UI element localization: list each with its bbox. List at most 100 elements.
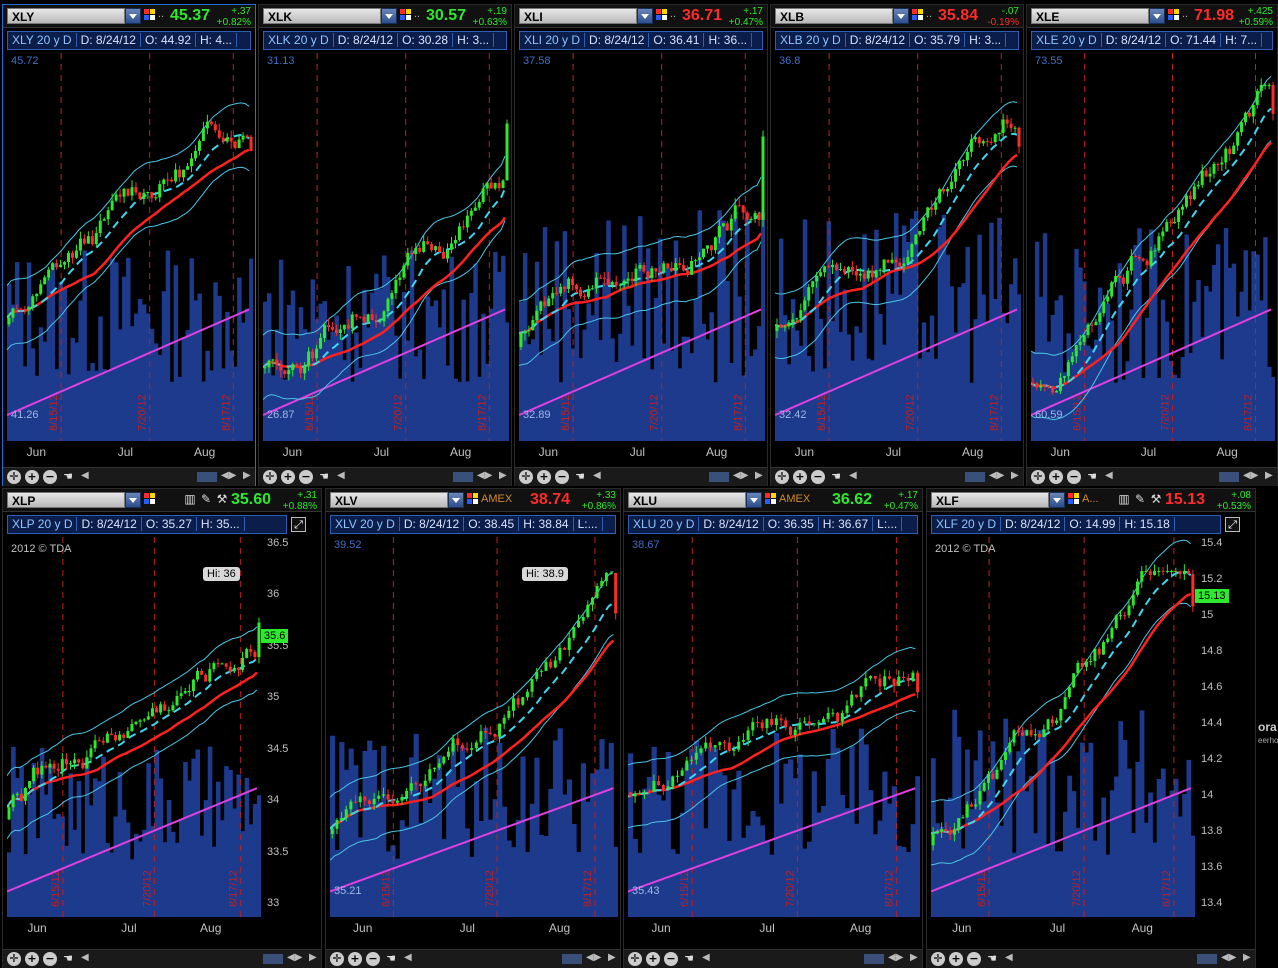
hand-icon[interactable]: ☚ [317,470,331,484]
scroll-end-icon[interactable]: ▶ [1011,470,1019,481]
zoom-out-icon[interactable]: − [811,470,825,484]
chart-panel-xlv[interactable]: XLV AMEX 38.74 +.33 +0.86% XLV 20 y D D: 8/… [325,488,621,968]
symbol-dropdown-button[interactable] [125,492,141,508]
scroll-right-icon[interactable]: ◀▶ [733,470,748,481]
zoom-in-icon[interactable]: + [537,470,551,484]
zoom-out-icon[interactable]: − [664,952,678,966]
zoom-out-icon[interactable]: − [43,952,57,966]
symbol-dropdown-button[interactable] [448,492,464,508]
style-icon[interactable]: ▥ [183,492,197,506]
scroll-thumb[interactable] [1219,472,1239,482]
link-color-icon[interactable] [144,9,155,20]
zoom-in-icon[interactable]: + [25,952,39,966]
symbol-field[interactable]: XLB [775,8,893,24]
scroll-left-icon[interactable]: ◀ [81,470,89,481]
scroll-left-icon[interactable]: ◀ [1005,952,1013,963]
scroll-left-icon[interactable]: ◀ [849,470,857,481]
price-chart[interactable]: 6/15/12 7/20/12 8/17/12 [628,537,920,917]
symbol-dropdown-button[interactable] [893,8,909,24]
scroll-right-icon[interactable]: ◀▶ [287,952,302,963]
chart-panel-xlp[interactable]: XLP ▥ ✎ ⚒ 35.60 +.31 +0.88% XLP 20 y D D: 8/2… [2,488,322,968]
chart-panel-xly[interactable]: XLY .. 45.37 +.37 +0.82% XLY 20 y D D: 8/24… [2,4,256,486]
link-color-icon[interactable] [400,9,411,20]
link-color-icon[interactable] [1168,9,1179,20]
scroll-right-icon[interactable]: ◀▶ [586,952,601,963]
scroll-thumb[interactable] [965,472,985,482]
pan-icon[interactable]: ✛ [931,952,945,966]
symbol-dropdown-button[interactable] [125,8,141,24]
price-chart[interactable]: 6/15/12 7/20/12 8/17/12 [1031,53,1275,441]
study-info-bar[interactable]: XLP 20 y D D: 8/24/12 O: 35.27 H: 35... [7,515,287,534]
scroll-thumb[interactable] [197,472,217,482]
pan-icon[interactable]: ✛ [628,952,642,966]
style-icon[interactable]: ▥ [1117,492,1131,506]
zoom-in-icon[interactable]: + [793,470,807,484]
scroll-left-icon[interactable]: ◀ [593,470,601,481]
price-chart[interactable]: 6/15/12 7/20/12 8/17/12 [519,53,765,441]
scroll-end-icon[interactable]: ▶ [608,952,616,963]
symbol-field[interactable]: XLF [931,492,1049,508]
symbol-dropdown-button[interactable] [1149,8,1165,24]
price-chart[interactable]: 6/15/12 7/20/12 8/17/12 [7,53,253,441]
symbol-dropdown-button[interactable] [1049,492,1065,508]
scroll-right-icon[interactable]: ◀▶ [221,470,236,481]
scroll-thumb[interactable] [562,954,582,964]
scroll-left-icon[interactable]: ◀ [702,952,710,963]
hand-icon[interactable]: ☚ [61,470,75,484]
hand-icon[interactable]: ☚ [985,952,999,966]
zoom-out-icon[interactable]: − [366,952,380,966]
scroll-left-icon[interactable]: ◀ [81,952,89,963]
scroll-thumb[interactable] [263,954,283,964]
zoom-in-icon[interactable]: + [1049,470,1063,484]
zoom-out-icon[interactable]: − [43,470,57,484]
study-info-bar[interactable]: XLB 20 y D D: 8/24/12 O: 35.79 H: 3... [775,31,1019,50]
study-info-bar[interactable]: XLV 20 y D D: 8/24/12 O: 38.45 H: 38.84 L:..… [330,515,616,534]
scroll-left-icon[interactable]: ◀ [337,470,345,481]
scroll-thumb[interactable] [864,954,884,964]
symbol-dropdown-button[interactable] [381,8,397,24]
symbol-field[interactable]: XLU [628,492,746,508]
scroll-left-icon[interactable]: ◀ [404,952,412,963]
chart-panel-xlu[interactable]: XLU AMEX 36.62 +.17 +0.47% XLU 20 y D D: 8/… [623,488,923,968]
pan-icon[interactable]: ✛ [330,952,344,966]
symbol-dropdown-button[interactable] [637,8,653,24]
scroll-right-icon[interactable]: ◀▶ [989,470,1004,481]
symbol-field[interactable]: XLV [330,492,448,508]
scroll-end-icon[interactable]: ▶ [910,952,918,963]
studies-button[interactable]: ⤢ [1225,517,1240,532]
zoom-in-icon[interactable]: + [646,952,660,966]
price-chart[interactable]: 6/15/12 7/20/12 8/17/12 [775,53,1021,441]
drawing-tools-icon[interactable]: ⚒ [1149,492,1163,506]
pan-icon[interactable]: ✛ [519,470,533,484]
chart-panel-xlk[interactable]: XLK .. 30.57 +.19 +0.63% XLK 20 y D D: 8/24… [258,4,512,486]
scroll-end-icon[interactable]: ▶ [1243,952,1251,963]
zoom-in-icon[interactable]: + [949,952,963,966]
drawing-pencil-icon[interactable]: ✎ [1133,492,1147,506]
link-color-icon[interactable] [467,493,478,504]
symbol-field[interactable]: XLE [1031,8,1149,24]
hand-icon[interactable]: ☚ [682,952,696,966]
pan-icon[interactable]: ✛ [7,470,21,484]
price-chart[interactable]: 6/15/12 7/20/12 8/17/12 [330,537,618,917]
pan-icon[interactable]: ✛ [775,470,789,484]
study-info-bar[interactable]: XLE 20 y D D: 8/24/12 O: 71.44 H: 7... [1031,31,1273,50]
study-info-bar[interactable]: XLK 20 y D D: 8/24/12 O: 30.28 H: 3... [263,31,507,50]
zoom-out-icon[interactable]: − [1067,470,1081,484]
link-color-icon[interactable] [144,493,155,504]
price-chart[interactable]: 6/15/12 7/20/12 8/17/12 [7,537,261,917]
scroll-end-icon[interactable]: ▶ [755,470,763,481]
studies-button[interactable]: ⤢ [291,517,306,532]
pan-icon[interactable]: ✛ [263,470,277,484]
scroll-thumb[interactable] [709,472,729,482]
hand-icon[interactable]: ☚ [829,470,843,484]
study-info-bar[interactable]: XLU 20 y D D: 8/24/12 O: 36.35 H: 36.67 L:..… [628,515,918,534]
chart-panel-xli[interactable]: XLI .. 36.71 +.17 +0.47% XLI 20 y D D: 8/24… [514,4,768,486]
chart-panel-xlf[interactable]: XLF A... ▥ ✎ ⚒ 15.13 +.08 +0.53% XLF 20 y D D:… [926,488,1256,968]
symbol-field[interactable]: XLI [519,8,637,24]
symbol-field[interactable]: XLK [263,8,381,24]
scroll-right-icon[interactable]: ◀▶ [477,470,492,481]
zoom-out-icon[interactable]: − [299,470,313,484]
chart-panel-xle[interactable]: XLE .. 71.98 +.425 +0.59% XLE 20 y D D: 8/2… [1026,4,1278,486]
zoom-out-icon[interactable]: − [555,470,569,484]
study-info-bar[interactable]: XLY 20 y D D: 8/24/12 O: 44.92 H: 4... [7,31,251,50]
